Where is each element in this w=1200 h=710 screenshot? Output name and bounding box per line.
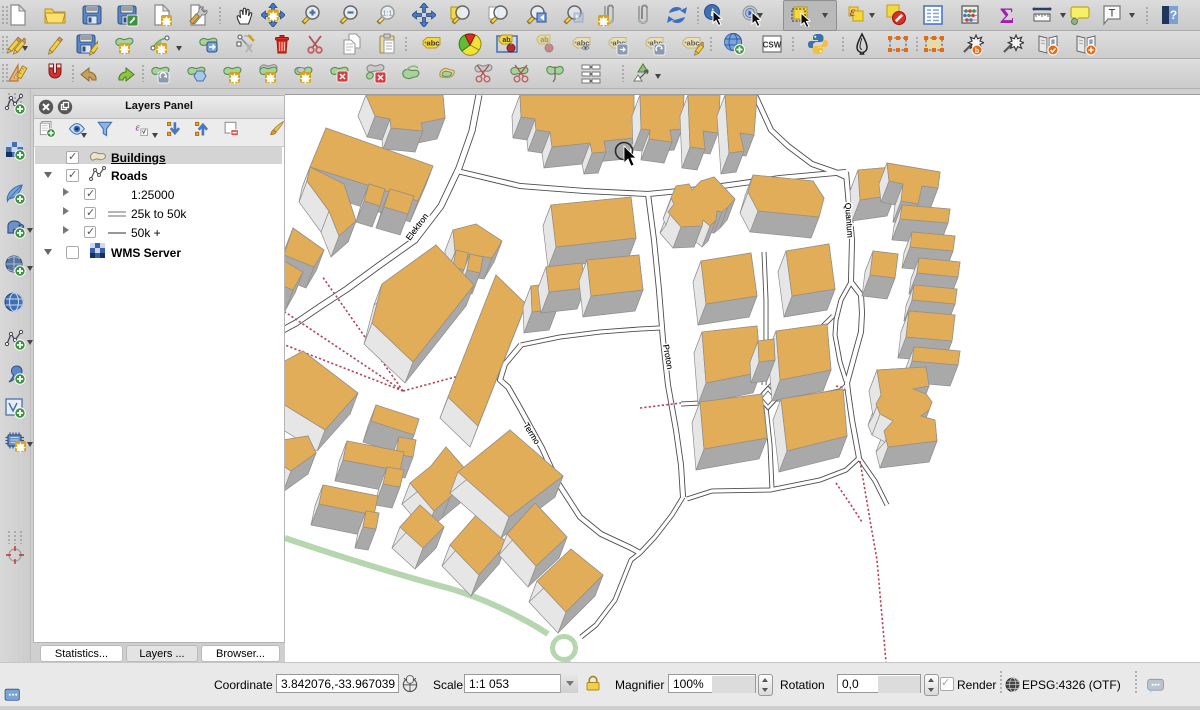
svg-text:?: ? bbox=[1170, 8, 1177, 22]
svg-text:T: T bbox=[1109, 8, 1116, 20]
svg-text:b: b bbox=[975, 48, 979, 55]
svg-text:ε: ε bbox=[135, 122, 140, 134]
svg-text:ab: ab bbox=[540, 37, 548, 44]
svg-text:Quantum: Quantum bbox=[843, 202, 855, 238]
svg-text:Σ: Σ bbox=[1000, 3, 1014, 27]
svg-text:ab: ab bbox=[502, 37, 510, 44]
svg-text:1:1: 1:1 bbox=[383, 11, 393, 18]
svg-text:ε: ε bbox=[850, 5, 856, 20]
svg-text:abc: abc bbox=[687, 39, 700, 48]
svg-text:CSW: CSW bbox=[763, 41, 782, 50]
svg-text:abc: abc bbox=[427, 39, 440, 48]
